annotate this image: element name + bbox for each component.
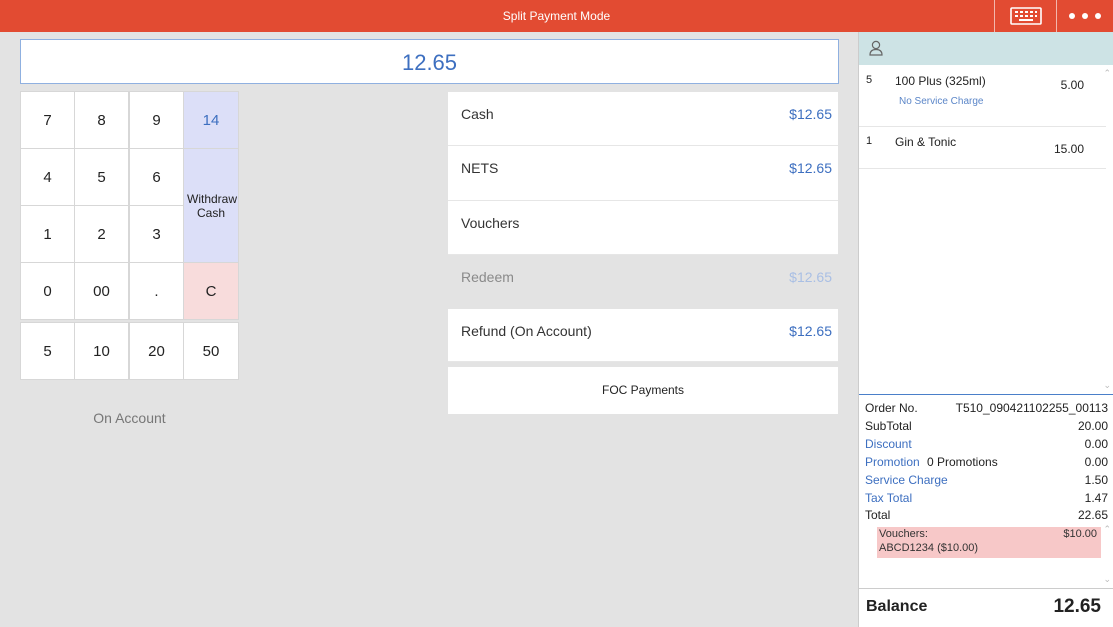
total-value: 22.65 bbox=[1077, 508, 1108, 522]
key-0[interactable]: 0 bbox=[20, 262, 75, 320]
title-bar: Split Payment Mode bbox=[0, 0, 1113, 32]
quick-amount-20[interactable]: 20 bbox=[129, 322, 184, 380]
total-label: Total bbox=[865, 508, 891, 522]
order-summary: Order No. T510_090421102255_00113 SubTot… bbox=[859, 394, 1113, 522]
discount-row: Discount 0.00 bbox=[865, 437, 1108, 455]
withdraw-cash-label: Withdraw Cash bbox=[187, 192, 238, 220]
quick-amount-50[interactable]: 50 bbox=[183, 322, 239, 380]
balance-row: Balance 12.65 bbox=[859, 588, 1113, 627]
keyboard-icon bbox=[1009, 7, 1042, 25]
payment-name: Refund (On Account) bbox=[461, 323, 592, 339]
subtotal-label: SubTotal bbox=[865, 419, 912, 433]
voucher-entry[interactable]: Vouchers: $10.00 ABCD1234 ($10.00) bbox=[877, 527, 1101, 558]
payment-nets[interactable]: NETS $12.65 bbox=[448, 146, 838, 201]
promotion-count: 0 Promotions bbox=[927, 455, 998, 469]
voucher-label: Vouchers: bbox=[879, 528, 928, 540]
quick-amount-5[interactable]: 5 bbox=[20, 322, 75, 380]
key-9[interactable]: 9 bbox=[129, 91, 184, 149]
key-14[interactable]: 14 bbox=[183, 91, 239, 149]
item-note: No Service Charge bbox=[899, 96, 984, 107]
order-panel: 5 100 Plus (325ml) 5.00 No Service Charg… bbox=[858, 32, 1113, 627]
withdraw-cash-button[interactable]: Withdraw Cash bbox=[183, 148, 239, 264]
order-no-value: T510_090421102255_00113 bbox=[955, 401, 1108, 415]
voucher-value: $10.00 bbox=[1063, 528, 1097, 540]
subtotal-value: 20.00 bbox=[1077, 419, 1108, 433]
voucher-scroll-up-icon[interactable]: ⌃ bbox=[1103, 524, 1111, 535]
key-6[interactable]: 6 bbox=[129, 148, 184, 206]
order-no-label: Order No. bbox=[865, 401, 918, 415]
scroll-up-icon[interactable]: ⌃ bbox=[1103, 68, 1111, 79]
more-button[interactable] bbox=[1056, 0, 1113, 32]
discount-link[interactable]: Discount bbox=[865, 437, 912, 451]
key-decimal[interactable]: . bbox=[129, 262, 184, 320]
total-row: Total 22.65 bbox=[865, 508, 1108, 526]
key-4[interactable]: 4 bbox=[20, 148, 75, 206]
promotion-row: Promotion 0 Promotions 0.00 bbox=[865, 455, 1108, 473]
voucher-code: ABCD1234 ($10.00) bbox=[879, 542, 979, 554]
subtotal-row: SubTotal 20.00 bbox=[865, 419, 1108, 437]
scroll-down-icon[interactable]: ⌄ bbox=[1103, 380, 1111, 391]
payment-name: Redeem bbox=[461, 269, 514, 285]
service-charge-link[interactable]: Service Charge bbox=[865, 473, 948, 487]
balance-value: 12.65 bbox=[1053, 596, 1101, 617]
quick-amount-10[interactable]: 10 bbox=[74, 322, 129, 380]
payment-amount: $12.65 bbox=[789, 160, 832, 176]
item-qty: 1 bbox=[866, 135, 873, 147]
key-00[interactable]: 00 bbox=[74, 262, 129, 320]
service-charge-row: Service Charge 1.50 bbox=[865, 473, 1108, 491]
on-account-button[interactable]: On Account bbox=[20, 410, 239, 426]
item-price: 5.00 bbox=[1060, 78, 1084, 92]
payment-name: NETS bbox=[461, 160, 499, 176]
tax-total-row: Tax Total 1.47 bbox=[865, 491, 1108, 509]
item-price: 15.00 bbox=[1053, 142, 1084, 156]
payment-amount: $12.65 bbox=[789, 106, 832, 122]
payment-vouchers[interactable]: Vouchers bbox=[448, 201, 838, 255]
order-item[interactable]: 5 100 Plus (325ml) 5.00 No Service Charg… bbox=[859, 66, 1106, 127]
foc-payments-button[interactable]: FOC Payments bbox=[448, 367, 838, 414]
tax-total-link[interactable]: Tax Total bbox=[865, 491, 912, 505]
payment-cash[interactable]: Cash $12.65 bbox=[448, 92, 838, 146]
item-qty: 5 bbox=[866, 74, 873, 86]
keypad: 7 8 9 14 4 5 6 Withdraw Cash 1 2 3 0 00 … bbox=[20, 91, 239, 380]
service-charge-value: 1.50 bbox=[1084, 473, 1108, 487]
balance-label: Balance bbox=[866, 598, 928, 615]
clear-button[interactable]: C bbox=[183, 262, 239, 320]
amount-input[interactable]: 12.65 bbox=[20, 39, 839, 84]
item-name: 100 Plus (325ml) bbox=[895, 74, 986, 88]
key-5[interactable]: 5 bbox=[74, 148, 129, 206]
key-2[interactable]: 2 bbox=[74, 205, 129, 263]
key-7[interactable]: 7 bbox=[20, 91, 75, 149]
key-8[interactable]: 8 bbox=[74, 91, 129, 149]
order-no-row: Order No. T510_090421102255_00113 bbox=[865, 401, 1108, 419]
key-3[interactable]: 3 bbox=[129, 205, 184, 263]
item-name: Gin & Tonic bbox=[895, 135, 957, 149]
voucher-scroll-down-icon[interactable]: ⌄ bbox=[1103, 574, 1111, 585]
more-horizontal-icon bbox=[1069, 13, 1101, 19]
order-item[interactable]: 1 Gin & Tonic 15.00 bbox=[859, 127, 1106, 169]
payment-amount: $12.65 bbox=[789, 269, 832, 285]
payment-redeem: Redeem $12.65 bbox=[448, 255, 838, 309]
page-title: Split Payment Mode bbox=[502, 9, 611, 23]
discount-value: 0.00 bbox=[1084, 437, 1108, 451]
promotion-value: 0.00 bbox=[1084, 455, 1108, 469]
payment-refund-on-account[interactable]: Refund (On Account) $12.65 bbox=[448, 309, 838, 362]
payment-name: Vouchers bbox=[461, 215, 520, 231]
keyboard-button[interactable] bbox=[994, 0, 1056, 32]
payment-name: Cash bbox=[461, 106, 494, 122]
promotion-link[interactable]: Promotion bbox=[865, 455, 920, 469]
payment-amount: $12.65 bbox=[789, 323, 832, 339]
customer-bar[interactable] bbox=[859, 32, 1113, 65]
key-1[interactable]: 1 bbox=[20, 205, 75, 263]
tax-total-value: 1.47 bbox=[1084, 491, 1108, 505]
user-icon bbox=[869, 40, 883, 56]
